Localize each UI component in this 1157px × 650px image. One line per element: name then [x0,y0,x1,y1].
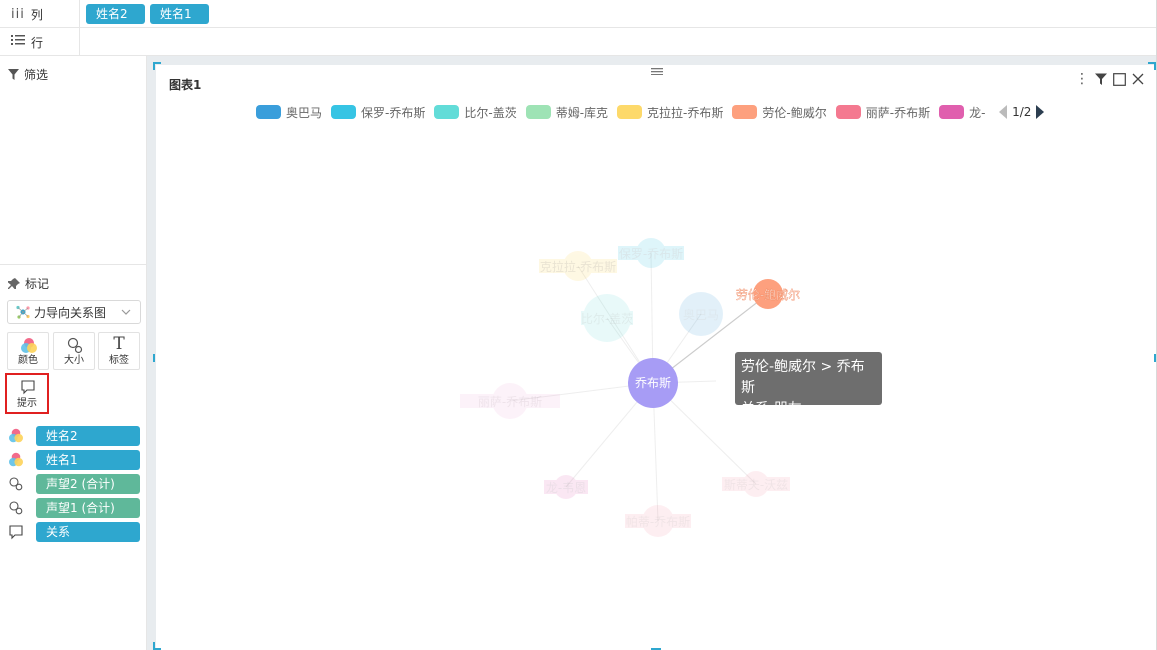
size-icon [9,477,23,491]
faded-node[interactable]: 帕蒂-乔布斯 [625,505,691,537]
chart-type-value: 力导向关系图 [34,305,107,320]
chart-tooltip: 劳伦-鲍威尔 > 乔布斯 关系:朋友 [735,352,882,417]
filter-label: 筛选 [24,68,49,82]
rows-shelf[interactable]: 行 [0,28,1156,56]
columns-shelf[interactable]: iii 列 姓名2 姓名1 [0,0,1156,28]
color-icon [9,452,23,467]
column-pill-name1[interactable]: 姓名1 [150,4,209,24]
marks-section-title: 标记 [8,275,49,292]
filter-section-title[interactable]: 筛选 [8,66,48,83]
rows-label: 行 [31,35,44,50]
marks-label: 标记 [25,277,50,291]
faded-node[interactable]: 丽萨-乔布斯 [460,383,560,419]
faded-node[interactable]: 奥巴马 [679,292,723,336]
tooltip-line-type: 关系:朋友 [741,401,802,417]
faded-node[interactable]: 龙-韦恩 [544,475,588,499]
label-mark-label: 标签 [109,355,129,366]
faded-node[interactable]: 斯蒂夫-沃兹 [722,471,790,497]
faded-node-label: 斯蒂夫-沃兹 [724,478,788,492]
color-icon [9,428,23,443]
mark-field-pill[interactable]: 姓名1 [36,450,140,470]
tooltip-mark-button[interactable]: 提示 [5,373,49,414]
faded-node-label: 克拉拉-乔布斯 [540,259,616,274]
faded-node-label: 丽萨-乔布斯 [478,395,542,409]
label-mark-button[interactable]: T 标签 [98,332,140,370]
filter-icon [8,69,19,80]
highlighted-node-label: 劳伦-鲍威尔 [736,287,800,302]
top-gutter [147,56,1156,65]
mark-field-pill[interactable]: 声望2 (合计) [36,474,140,494]
size-icon [9,501,23,515]
tooltip-icon [21,380,35,395]
mark-field-pill[interactable]: 关系 [36,522,140,542]
rows-shelf-label: 行 [0,28,80,56]
panel-divider [0,264,147,265]
resize-handle[interactable] [153,354,155,362]
column-pill-name2[interactable]: 姓名2 [86,4,145,24]
faded-node-label: 奥巴马 [683,308,719,322]
faded-node-label: 比尔-盖茨 [581,311,633,326]
mark-field-row[interactable]: 姓名2 [8,426,140,446]
faded-node[interactable]: 保罗-乔布斯 [618,238,684,268]
center-node[interactable]: 乔布斯 [628,358,678,408]
chevron-down-icon [121,309,131,315]
tooltip-line-relation: 劳伦-鲍威尔 > 乔布斯 [741,359,865,396]
faded-node[interactable]: 比尔-盖茨 [581,294,633,342]
force-graph[interactable]: 保罗-乔布斯 克拉拉-乔布斯 比尔-盖茨 奥巴马 丽萨-乔布斯 龙-韦恩 帕蒂-… [156,65,1156,650]
mark-field-pill[interactable]: 声望1 (合计) [36,498,140,518]
faded-node-label: 帕蒂-乔布斯 [626,514,690,529]
tooltip-icon [9,525,23,540]
mark-field-row[interactable]: 关系 [8,522,140,542]
color-mark-button[interactable]: 颜色 [7,332,49,370]
tooltip-mark-label: 提示 [17,398,37,409]
faded-node-label: 保罗-乔布斯 [619,247,683,261]
panel-gutter [147,56,156,650]
pin-icon [8,277,20,289]
mark-field-pill[interactable]: 姓名2 [36,426,140,446]
columns-label: 列 [30,7,43,22]
faded-node-label: 龙-韦恩 [546,481,586,495]
mark-field-row[interactable]: 声望1 (合计) [8,498,140,518]
color-mark-label: 颜色 [18,355,38,366]
columns-shelf-label: iii 列 [0,0,80,28]
mark-field-row[interactable]: 姓名1 [8,450,140,470]
size-mark-label: 大小 [64,355,84,366]
center-node-label: 乔布斯 [635,376,671,390]
force-graph-icon [16,305,30,319]
size-mark-button[interactable]: 大小 [53,332,95,370]
chart-type-select[interactable]: 力导向关系图 [7,300,141,324]
left-panel: 筛选 标记 力导向关系图 颜色 大小 T 标签 提示 姓名2 姓名1 声望2 (… [0,56,147,650]
faded-node[interactable]: 克拉拉-乔布斯 [539,251,617,281]
chart-panel[interactable]: 图表1 ⋮ 奥巴马 保罗-乔布斯 比尔-盖茨 蒂姆-库克 克拉拉-乔布斯 劳伦-… [153,62,1156,650]
mark-field-row[interactable]: 声望2 (合计) [8,474,140,494]
rows-icon [11,34,25,50]
highlighted-node[interactable]: 劳伦-鲍威尔 [736,279,800,309]
columns-icon: iii [11,6,25,22]
